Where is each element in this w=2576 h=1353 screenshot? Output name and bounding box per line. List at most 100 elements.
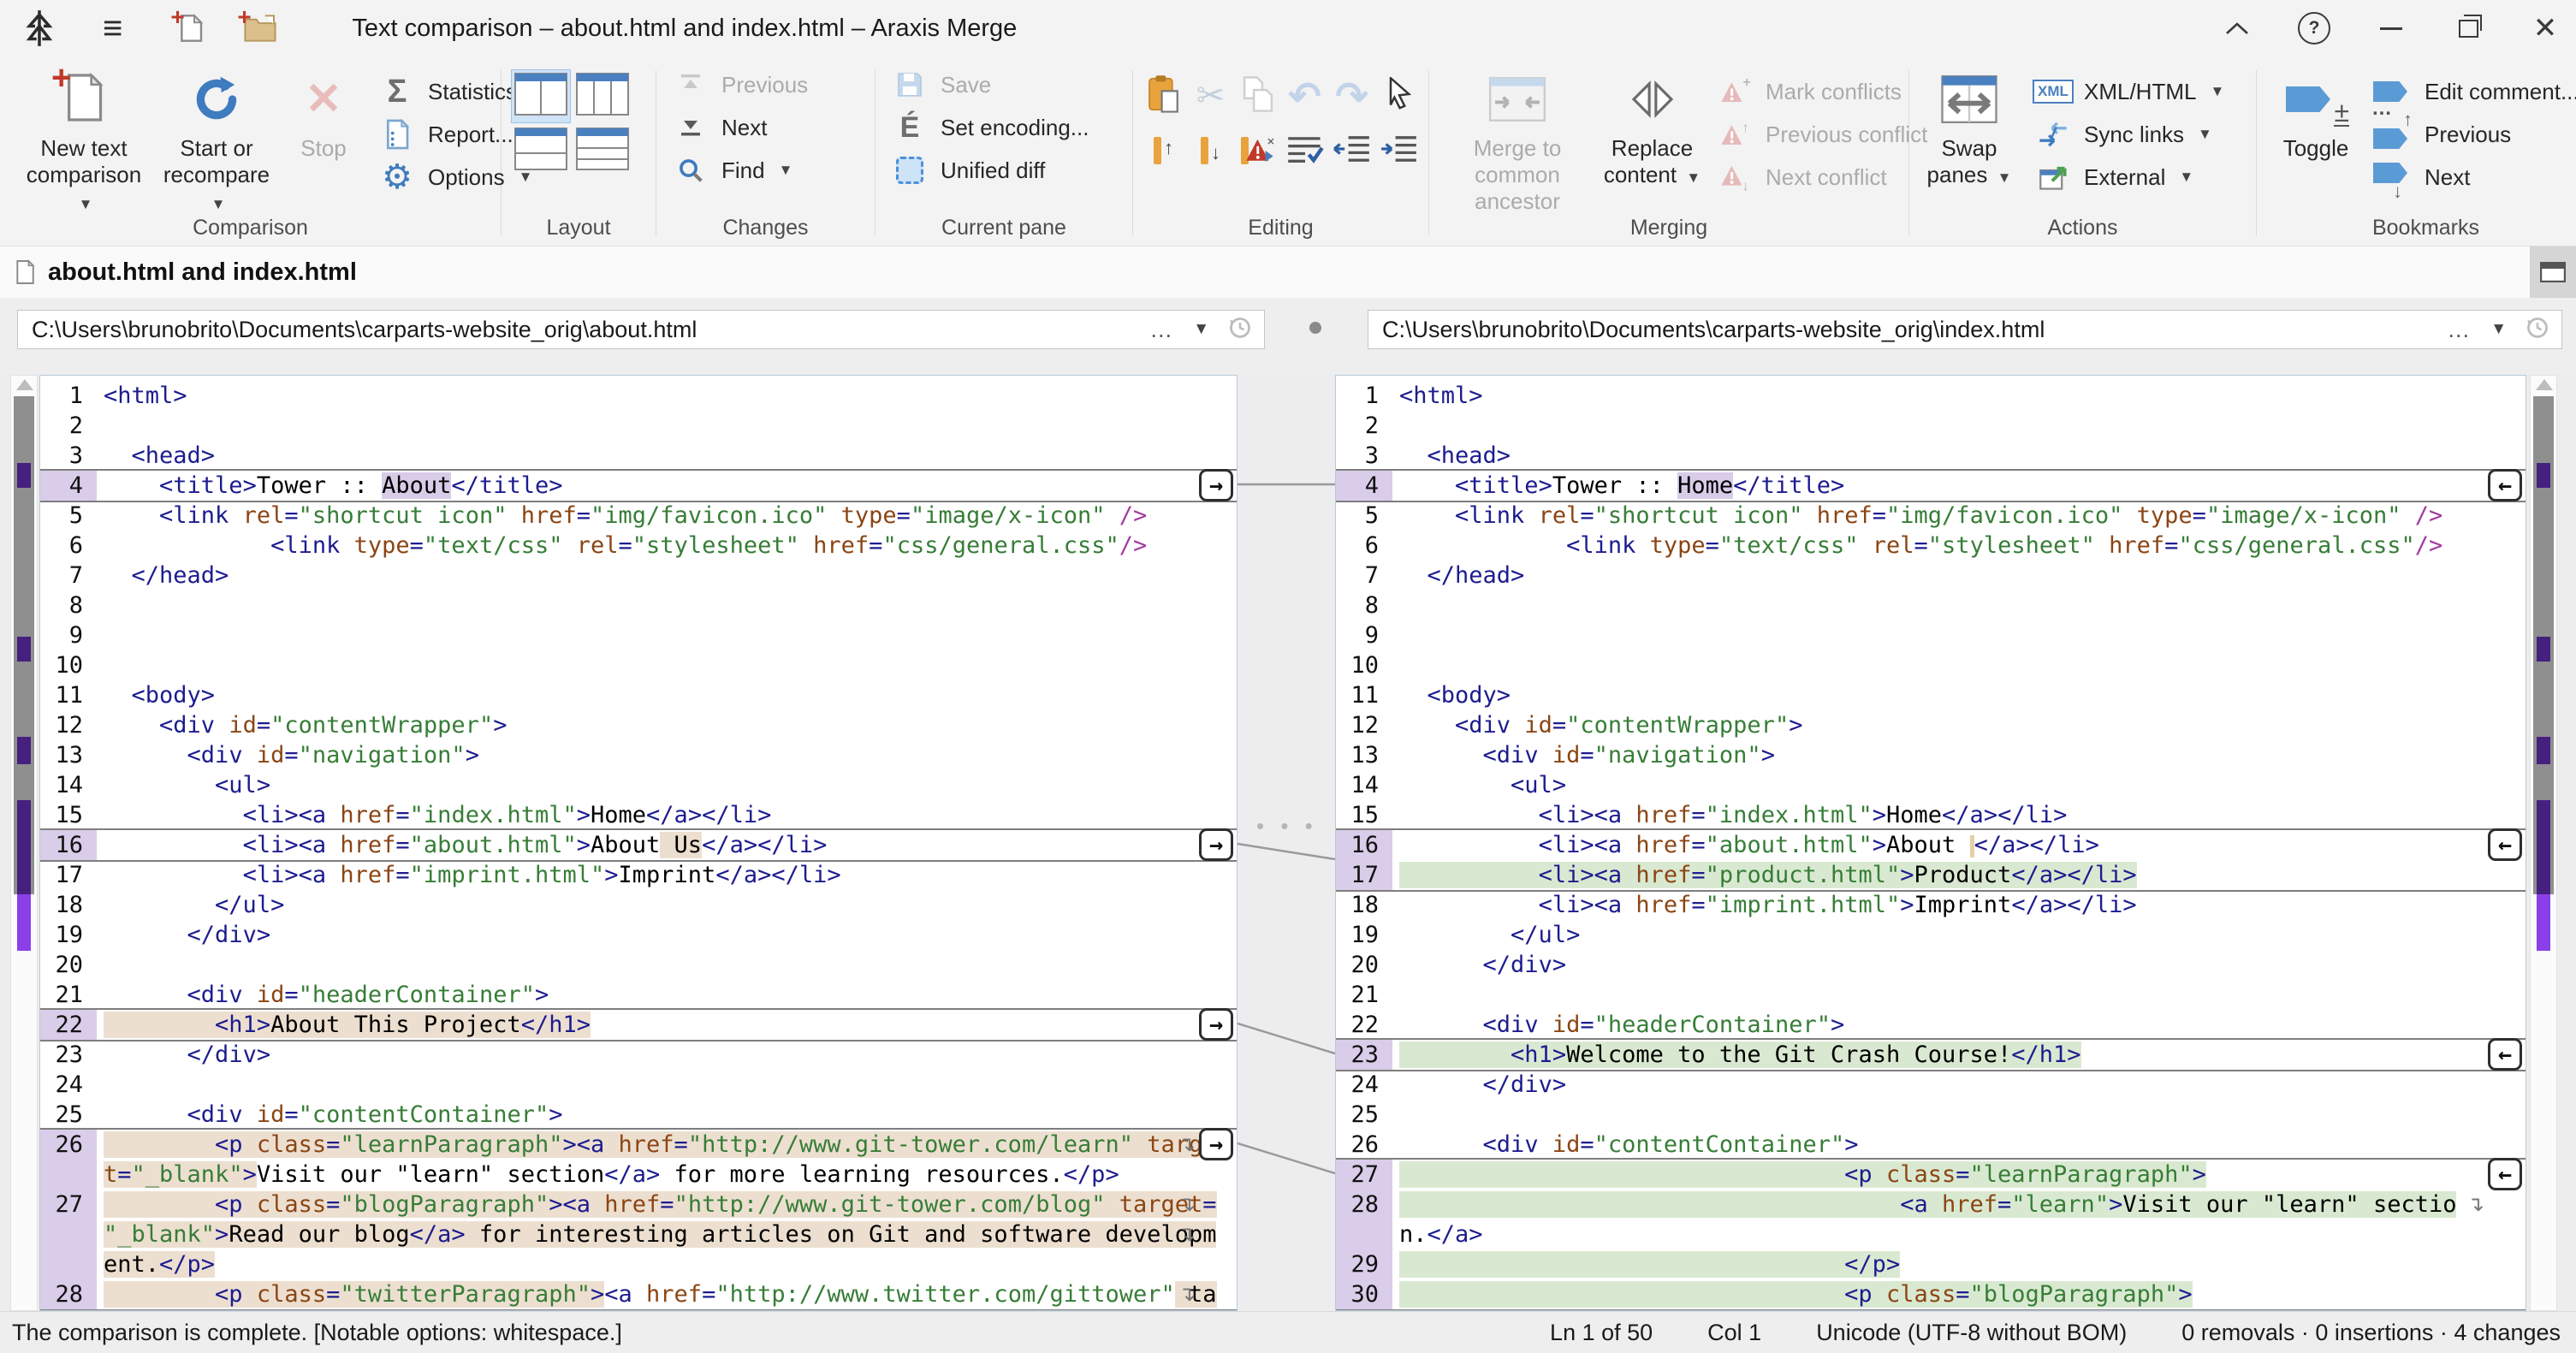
new-folder-comparison-icon[interactable]: +: [244, 14, 276, 43]
code-line[interactable]: 25 <div id="contentContainer">: [40, 1100, 1237, 1130]
code-line[interactable]: 7 </head>: [40, 561, 1237, 590]
code-line[interactable]: 8: [1336, 590, 2526, 620]
edit-comment-button[interactable]: … Edit comment...: [2373, 72, 2576, 111]
code-line[interactable]: 16 <li><a href="about.html">About </a></…: [1336, 830, 2526, 860]
xml-html-button[interactable]: XML XML/HTML ▼: [2033, 72, 2224, 111]
code-line[interactable]: 21 <div id="headerContainer">: [40, 980, 1237, 1010]
tab-comparison[interactable]: about.html and index.html: [48, 258, 357, 287]
toggle-bookmark-button[interactable]: ± Toggle: [2269, 63, 2363, 162]
new-text-comparison-icon[interactable]: +: [177, 12, 205, 45]
code-line[interactable]: 26 <p class="learnParagraph"><a href="ht…: [40, 1130, 1237, 1160]
code-line[interactable]: 2: [1336, 411, 2526, 441]
left-pane[interactable]: 1<html>23 <head>4 <title>Tower :: About<…: [39, 375, 1238, 1311]
browse-left-button[interactable]: …: [1149, 317, 1174, 343]
code-line[interactable]: 4 <title>Tower :: Home</title>←: [1336, 471, 2526, 501]
code-line[interactable]: 27 <p class="blogParagraph"><a href="htt…: [40, 1190, 1237, 1219]
next-change-button[interactable]: Next: [670, 108, 875, 147]
code-line[interactable]: n.</a>: [1336, 1219, 2526, 1249]
menu-icon[interactable]: ≡: [103, 9, 122, 48]
unified-diff-button[interactable]: Unified diff: [889, 151, 1132, 190]
code-line[interactable]: 5 <link rel="shortcut icon" href="img/fa…: [1336, 501, 2526, 531]
code-line[interactable]: 9: [1336, 620, 2526, 650]
code-line[interactable]: 16 <li><a href="about.html">About Us</a>…: [40, 830, 1237, 860]
copy-to-right-button[interactable]: →: [1199, 469, 1233, 501]
help-icon[interactable]: ?: [2295, 9, 2333, 47]
code-line[interactable]: 10: [40, 650, 1237, 680]
collapse-ribbon-icon[interactable]: [2218, 9, 2256, 47]
code-line[interactable]: ent.</p>: [40, 1249, 1237, 1279]
previous-bookmark-button[interactable]: ↑ Previous: [2373, 115, 2576, 154]
pane-layout-button[interactable]: [2530, 246, 2576, 298]
code-line[interactable]: 27 <p class="learnParagraph">←: [1336, 1160, 2526, 1190]
code-line[interactable]: 22 <h1>About This Project</h1>→: [40, 1010, 1237, 1040]
history-icon[interactable]: [1228, 316, 1252, 344]
code-line[interactable]: 22 <div id="headerContainer">: [1336, 1010, 2526, 1040]
code-line[interactable]: 14 <ul>: [1336, 770, 2526, 800]
code-line[interactable]: 11 <body>: [1336, 680, 2526, 710]
insert-before-icon[interactable]: ↑: [1154, 137, 1173, 164]
path-dropdown-icon[interactable]: ▼: [2490, 320, 2507, 339]
code-line[interactable]: 11 <body>: [40, 680, 1237, 710]
right-file-path-input[interactable]: C:\Users\brunobrito\Documents\carparts-w…: [1368, 310, 2562, 349]
close-button[interactable]: ✕: [2526, 9, 2564, 47]
sync-links-button[interactable]: Sync links ▼: [2033, 115, 2224, 154]
history-icon[interactable]: [2526, 316, 2549, 344]
remove-conflict-icon[interactable]: ✕: [1241, 137, 1274, 164]
code-line[interactable]: 21: [1336, 980, 2526, 1010]
code-line[interactable]: 13 <div id="navigation">: [1336, 740, 2526, 770]
code-line[interactable]: 4 <title>Tower :: About</title>→: [40, 471, 1237, 501]
code-line[interactable]: 3 <head>: [1336, 441, 2526, 471]
code-line[interactable]: 15 <li><a href="index.html">Home</a></li…: [40, 800, 1237, 830]
code-line[interactable]: 28 <a href="learn">Visit our "learn" sec…: [1336, 1190, 2526, 1219]
copy-to-left-button[interactable]: ←: [2488, 1158, 2522, 1190]
layout-three-pane-vertical-button[interactable]: [576, 73, 629, 120]
scroll-up-icon[interactable]: [16, 379, 33, 390]
set-encoding-button[interactable]: É Set encoding...: [889, 108, 1132, 147]
code-line[interactable]: 10: [1336, 650, 2526, 680]
insert-after-icon[interactable]: ↓: [1201, 137, 1220, 164]
code-line[interactable]: 3 <head>: [40, 441, 1237, 471]
next-bookmark-button[interactable]: ↓ Next: [2373, 157, 2576, 197]
copy-to-right-button[interactable]: →: [1199, 828, 1233, 861]
select-pointer-icon[interactable]: [1385, 77, 1414, 116]
replace-content-button[interactable]: Replace content ▼: [1599, 63, 1706, 191]
code-line[interactable]: 20: [40, 950, 1237, 980]
external-button[interactable]: External ▼: [2033, 157, 2224, 197]
copy-to-left-button[interactable]: ←: [2488, 469, 2522, 501]
left-overview-scrollbar[interactable]: [10, 375, 38, 1311]
code-line[interactable]: 29 </p>: [1336, 1249, 2526, 1279]
right-pane[interactable]: 1<html>23 <head>4 <title>Tower :: Home</…: [1335, 375, 2526, 1311]
code-line[interactable]: 18 </ul>: [40, 890, 1237, 920]
code-line[interactable]: 25: [1336, 1100, 2526, 1130]
restore-button[interactable]: [2449, 9, 2487, 47]
code-line[interactable]: "_blank">Read our blog</a> for interesti…: [40, 1219, 1237, 1249]
code-line[interactable]: 18 <li><a href="imprint.html">Imprint</a…: [1336, 890, 2526, 920]
right-overview-scrollbar[interactable]: [2530, 375, 2557, 1311]
code-line[interactable]: 14 <ul>: [40, 770, 1237, 800]
code-line[interactable]: 23 <h1>Welcome to the Git Crash Course!<…: [1336, 1040, 2526, 1070]
code-line[interactable]: 19 </ul>: [1336, 920, 2526, 950]
code-line[interactable]: 30 <p class="blogParagraph">: [1336, 1279, 2526, 1309]
find-button[interactable]: Find ▼: [670, 151, 875, 190]
code-line[interactable]: 2: [40, 411, 1237, 441]
minimize-button[interactable]: [2372, 9, 2410, 47]
copy-to-left-button[interactable]: ←: [2488, 1038, 2522, 1071]
copy-to-right-button[interactable]: →: [1199, 1008, 1233, 1041]
code-line[interactable]: 24 </div>: [1336, 1070, 2526, 1100]
layout-two-pane-horizontal-button[interactable]: [514, 128, 567, 175]
code-line[interactable]: 8: [40, 590, 1237, 620]
scroll-up-icon[interactable]: [2536, 379, 2553, 390]
code-line[interactable]: 15 <li><a href="index.html">Home</a></li…: [1336, 800, 2526, 830]
swap-panes-button[interactable]: Swap panes ▼: [1918, 63, 2021, 191]
code-line[interactable]: 26 <div id="contentContainer">: [1336, 1130, 2526, 1160]
code-line[interactable]: t="_blank">Visit our "learn" section</a>…: [40, 1160, 1237, 1190]
layout-two-pane-vertical-button[interactable]: [512, 70, 570, 122]
code-line[interactable]: 7 </head>: [1336, 561, 2526, 590]
code-line[interactable]: 1<html>: [1336, 381, 2526, 411]
code-line[interactable]: 5 <link rel="shortcut icon" href="img/fa…: [40, 501, 1237, 531]
browse-right-button[interactable]: …: [2447, 317, 2472, 343]
code-line[interactable]: 6 <link type="text/css" rel="stylesheet"…: [1336, 531, 2526, 561]
code-line[interactable]: 1<html>: [40, 381, 1237, 411]
code-line[interactable]: 17 <li><a href="product.html">Product</a…: [1336, 860, 2526, 890]
path-dropdown-icon[interactable]: ▼: [1193, 320, 1209, 339]
